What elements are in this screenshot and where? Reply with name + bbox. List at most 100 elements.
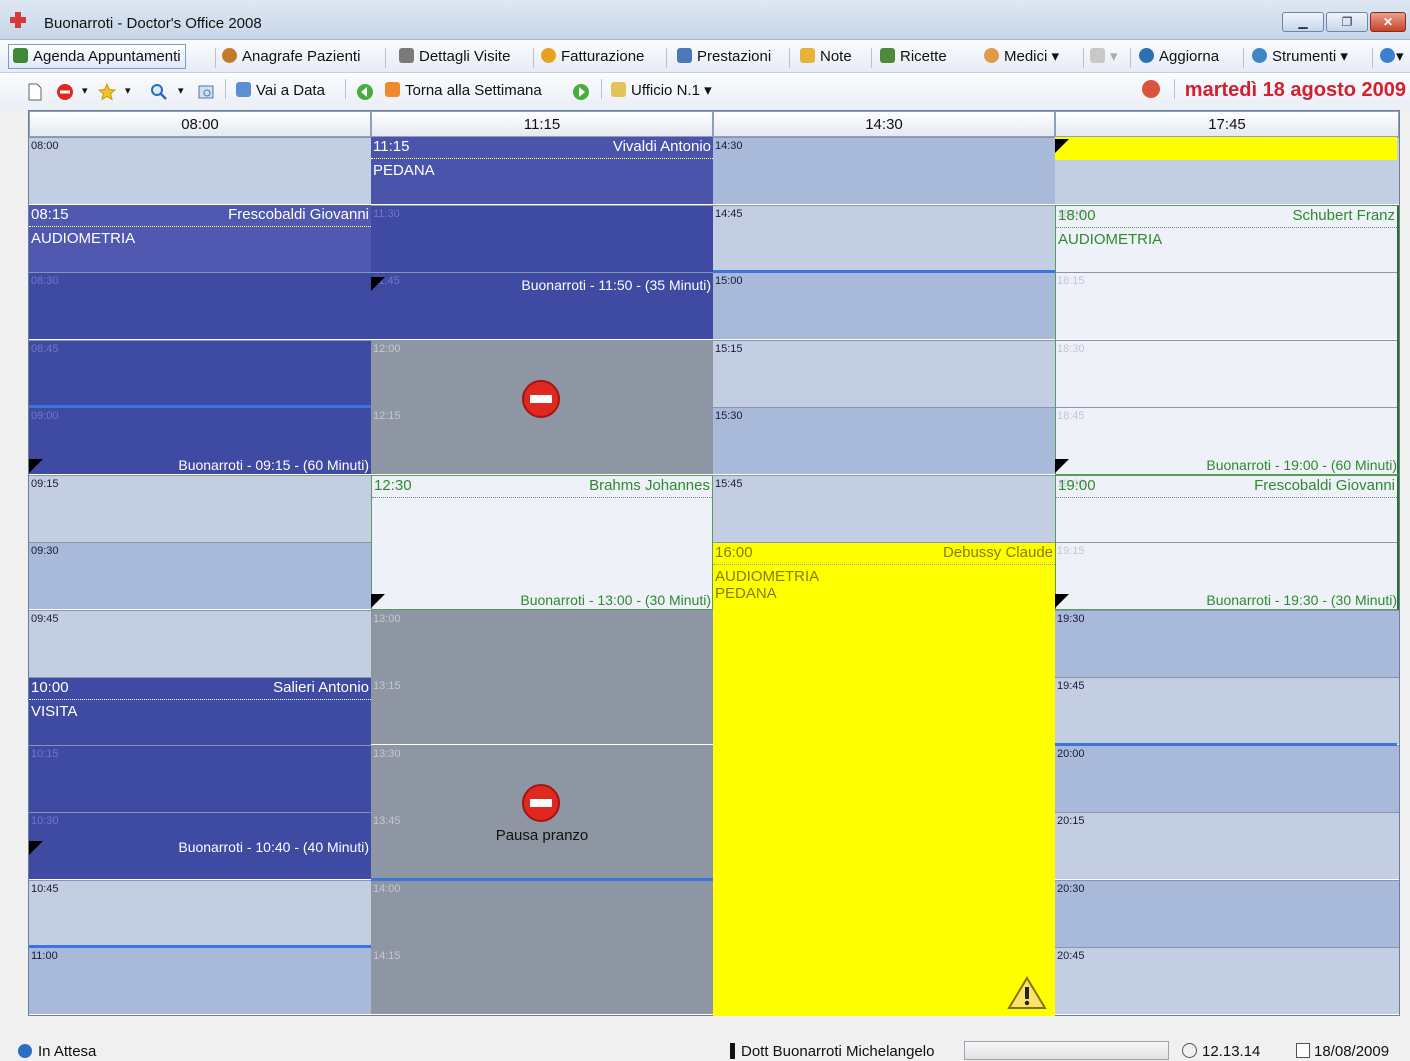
appointment-frescobaldi[interactable]: 08:15 Frescobaldi Giovanni AUDIOMETRIA bbox=[29, 205, 371, 272]
hour-line bbox=[29, 945, 371, 948]
new-document-icon[interactable] bbox=[26, 83, 44, 101]
appointment-salieri[interactable]: 10:00 Salieri Antonio VISITA bbox=[29, 678, 371, 745]
warning-icon[interactable] bbox=[1007, 976, 1047, 1010]
appointment-yellow-marker[interactable] bbox=[1055, 137, 1397, 160]
time-slot[interactable]: 09:15 bbox=[29, 474, 371, 542]
appointment-footer: Buonarroti - 19:30 - (30 Minuti) bbox=[1206, 592, 1397, 608]
time-slot[interactable]: 09:45 bbox=[29, 609, 371, 677]
resize-corner[interactable] bbox=[371, 594, 385, 608]
previous-arrow-icon[interactable] bbox=[356, 83, 374, 101]
time-slot[interactable]: 20:45 bbox=[1055, 947, 1399, 1014]
time-slot[interactable]: 15:00 bbox=[713, 272, 1055, 339]
time-slot[interactable]: 11:00 bbox=[29, 947, 371, 1014]
current-date-header: martedì 18 agosto 2009 bbox=[1141, 79, 1406, 102]
delete-dropdown-arrow[interactable]: ▾ bbox=[82, 81, 88, 101]
appointment-debussy[interactable]: 16:00 Debussy Claude AUDIOMETRIA PEDANA bbox=[713, 543, 1055, 1016]
slot-time-label: 10:45 bbox=[31, 882, 59, 895]
blocked-slot-icon bbox=[522, 380, 560, 418]
time-slot[interactable]: 15:45 bbox=[713, 474, 1055, 542]
slot-time-label: 14:15 bbox=[373, 950, 401, 962]
time-slot[interactable]: 20:15 bbox=[1055, 812, 1399, 879]
back-to-week-button[interactable]: Torna alla Settimana bbox=[385, 81, 542, 101]
search-icon[interactable] bbox=[150, 83, 168, 101]
resize-corner[interactable] bbox=[371, 277, 385, 291]
time-slot[interactable]: 20:30 bbox=[1055, 879, 1399, 947]
column-header: 17:45 bbox=[1055, 111, 1399, 137]
resize-corner[interactable] bbox=[1055, 459, 1069, 473]
lunch-break-icon bbox=[522, 784, 560, 822]
slot-time-label: 20:30 bbox=[1057, 882, 1085, 895]
time-slot[interactable]: 10:15 bbox=[29, 744, 371, 812]
next-arrow-icon[interactable] bbox=[572, 83, 590, 101]
slot-time-label: 09:30 bbox=[31, 545, 59, 557]
time-slot[interactable]: 14:30 bbox=[713, 137, 1055, 204]
menu-note[interactable]: Note bbox=[800, 46, 852, 68]
time-slot[interactable]: 14:45 bbox=[713, 204, 1055, 272]
time-slot[interactable]: 14:15 bbox=[371, 947, 713, 1014]
slot-time-label: 12:15 bbox=[373, 410, 401, 422]
minimize-button[interactable]: ▁ bbox=[1282, 12, 1324, 32]
refresh-icon bbox=[1139, 48, 1154, 63]
menu-prestazioni[interactable]: Prestazioni bbox=[677, 46, 771, 68]
calendar-icon bbox=[236, 82, 251, 97]
search-dropdown-arrow[interactable]: ▾ bbox=[178, 81, 184, 101]
clock-icon bbox=[1182, 1043, 1197, 1058]
help-icon bbox=[1380, 48, 1395, 63]
menu-dettagli-visite[interactable]: Dettagli Visite bbox=[399, 46, 510, 68]
office-dropdown[interactable]: Ufficio N.1 ▾ bbox=[611, 81, 712, 101]
phone-dropdown[interactable]: ▾ bbox=[1090, 46, 1118, 68]
time-slot[interactable]: 15:30 bbox=[713, 407, 1055, 474]
goto-date-button[interactable]: Vai a Data bbox=[236, 81, 325, 101]
appointment-footer: Buonarroti - 13:00 - (30 Minuti) bbox=[520, 592, 711, 608]
time-slot[interactable]: 15:15 bbox=[713, 339, 1055, 407]
menu-anagrafe-pazienti[interactable]: Anagrafe Pazienti bbox=[222, 46, 360, 68]
resize-corner[interactable] bbox=[1055, 139, 1069, 153]
star-dropdown-arrow[interactable]: ▾ bbox=[125, 81, 131, 101]
appointment-brahms[interactable]: 12:30 Brahms Johannes bbox=[371, 475, 713, 610]
agenda-toolbar: ▾ ▾ ▾ Vai a Data Torna alla Settimana Uf… bbox=[0, 73, 1410, 109]
column-header: 14:30 bbox=[713, 111, 1055, 137]
print-preview-icon[interactable] bbox=[197, 83, 215, 101]
medical-cross-icon bbox=[10, 12, 26, 28]
slot-time-label: 08:00 bbox=[31, 140, 59, 152]
time-slot[interactable]: 14:00 bbox=[371, 879, 713, 947]
slot-time-label: 15:30 bbox=[715, 410, 743, 422]
menu-aggiorna[interactable]: Aggiorna bbox=[1139, 46, 1219, 68]
appointment-schubert[interactable]: 18:00 Schubert Franz AUDIOMETRIA bbox=[1055, 205, 1399, 475]
menu-fatturazione[interactable]: Fatturazione bbox=[541, 46, 644, 68]
time-slot[interactable]: 20:00 bbox=[1055, 744, 1399, 812]
resize-corner[interactable] bbox=[1055, 594, 1069, 608]
time-slot[interactable]: 13:15 bbox=[371, 677, 713, 744]
time-slot[interactable]: 13:00 bbox=[371, 609, 713, 677]
coin-icon bbox=[541, 48, 556, 63]
time-slot[interactable]: 19:45 bbox=[1055, 677, 1399, 744]
time-slot[interactable]: 10:45 bbox=[29, 879, 371, 947]
menu-medici[interactable]: Medici ▾ bbox=[984, 46, 1059, 68]
time-slot[interactable]: 08:00 bbox=[29, 137, 371, 204]
resize-corner[interactable] bbox=[29, 459, 43, 473]
help-dropdown[interactable]: ▾ bbox=[1380, 46, 1404, 68]
slot-time-label: 20:45 bbox=[1057, 950, 1085, 962]
time-slot[interactable]: 11:30 bbox=[371, 204, 713, 272]
time-slot[interactable]: 08:30 bbox=[29, 272, 371, 339]
menu-ricette[interactable]: Ricette bbox=[880, 46, 947, 68]
star-icon[interactable] bbox=[98, 83, 116, 101]
column-header: 08:00 bbox=[29, 111, 371, 137]
time-slot[interactable]: 09:30 bbox=[29, 542, 371, 609]
resize-corner[interactable] bbox=[29, 841, 43, 855]
close-button[interactable]: ✕ bbox=[1370, 12, 1406, 32]
menu-strumenti[interactable]: Strumenti ▾ bbox=[1252, 46, 1348, 68]
slot-time-label: 19:45 bbox=[1057, 680, 1085, 692]
slot-time-label: 13:15 bbox=[373, 680, 401, 692]
delete-icon[interactable] bbox=[56, 83, 74, 101]
appointment-frescobaldi-evening[interactable]: 19:00 Frescobaldi Giovanni bbox=[1055, 475, 1399, 610]
time-slot[interactable]: 19:30 bbox=[1055, 609, 1399, 677]
appointment-vivaldi[interactable]: 11:15 Vivaldi Antonio PEDANA bbox=[371, 137, 713, 204]
appointment-footer: Buonarroti - 11:50 - (35 Minuti) bbox=[521, 277, 711, 293]
menu-agenda-appuntamenti[interactable]: Agenda Appuntamenti bbox=[8, 44, 186, 69]
restore-button[interactable]: ❐ bbox=[1326, 12, 1368, 32]
clipboard-icon bbox=[399, 48, 414, 63]
services-icon bbox=[677, 48, 692, 63]
appointment-footer: Buonarroti - 10:40 - (40 Minuti) bbox=[178, 839, 369, 855]
time-slot[interactable]: 08:45 bbox=[29, 339, 371, 407]
